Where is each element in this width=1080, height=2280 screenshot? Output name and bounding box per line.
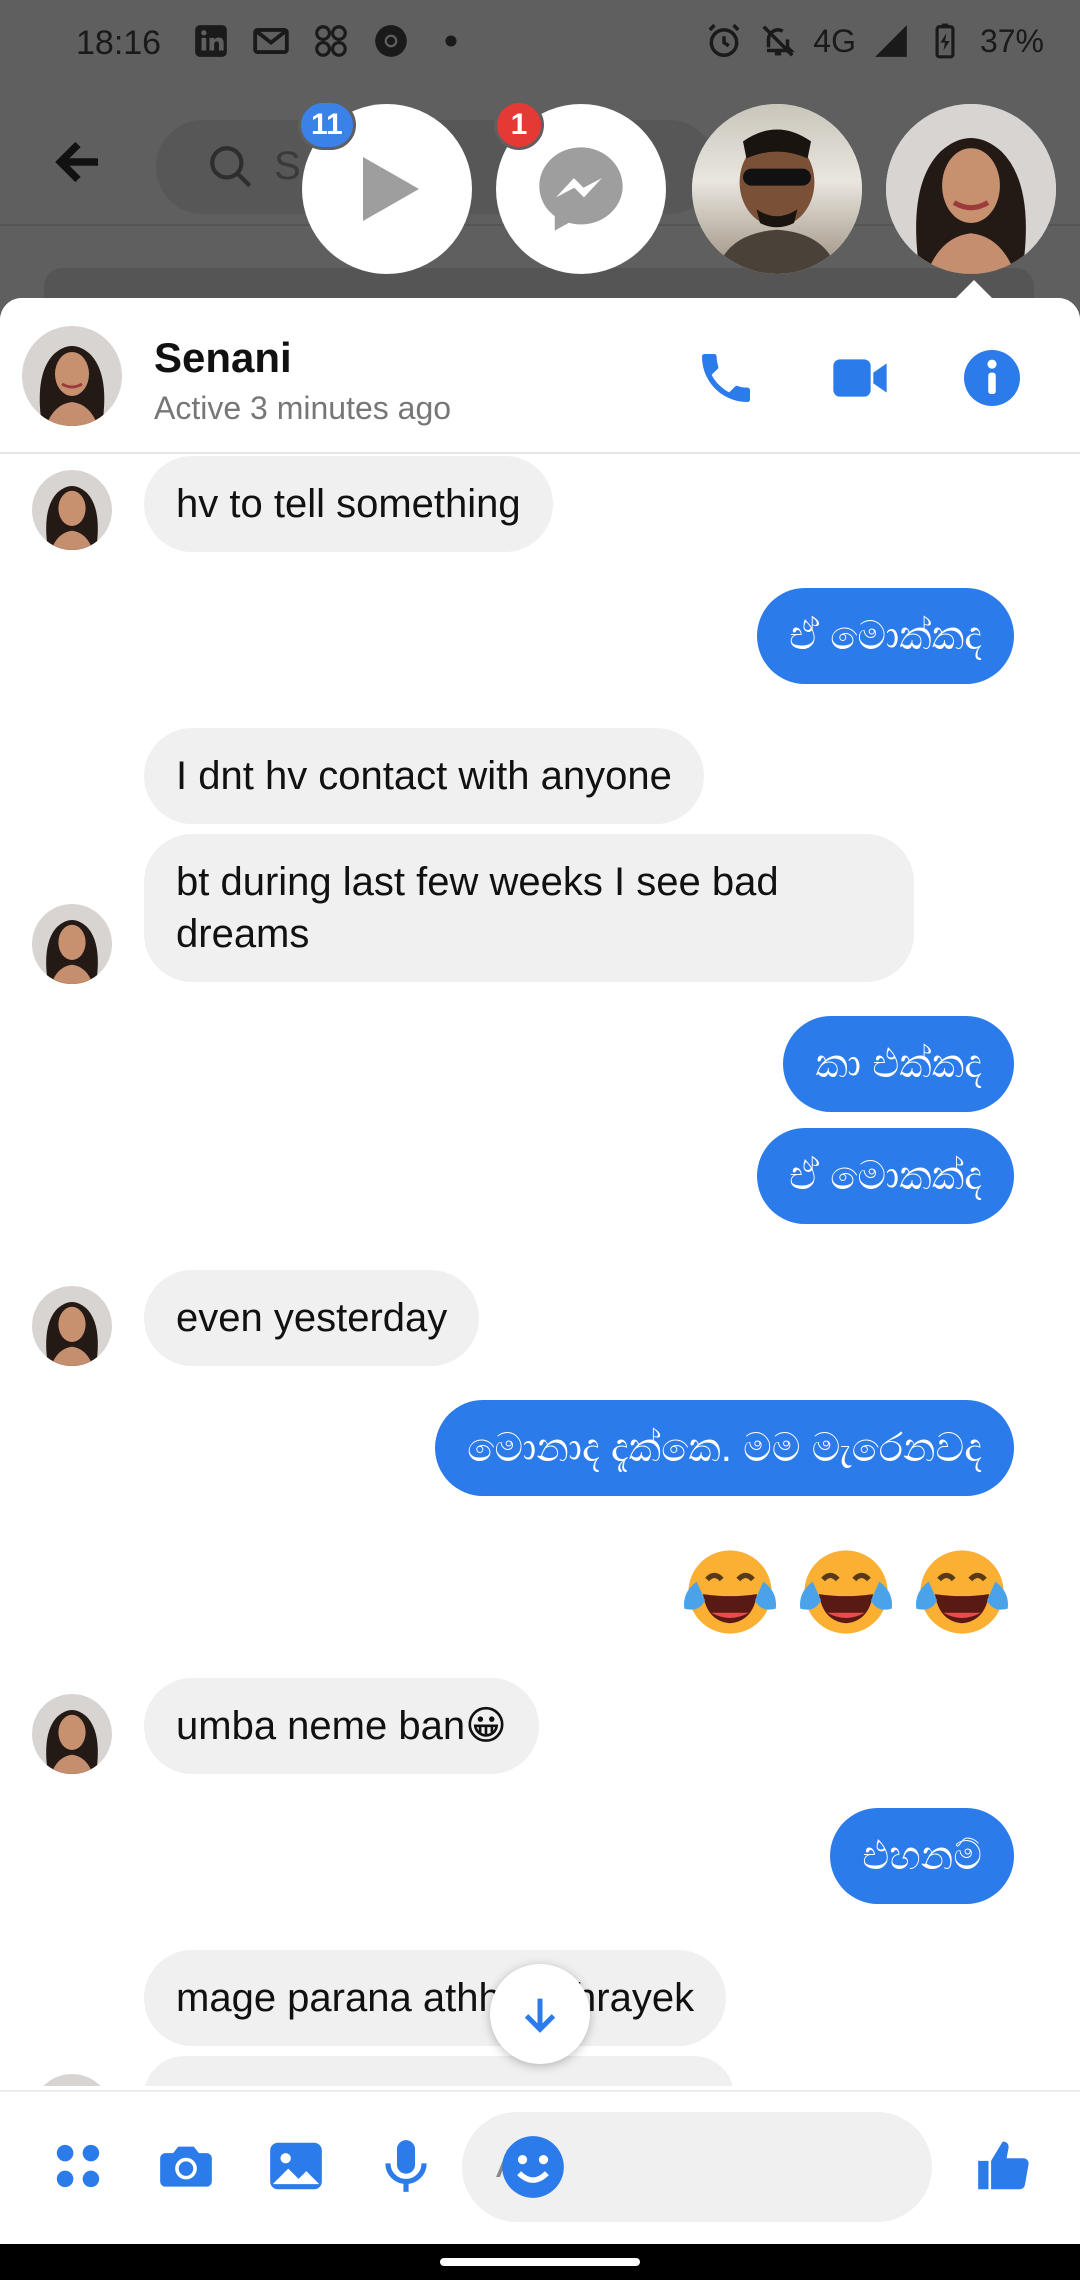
senani-avatar-image: [916, 138, 1026, 274]
message-avatar[interactable]: [32, 904, 112, 984]
message-bubble-incoming[interactable]: mage parana athhi mithrayek: [144, 1950, 727, 2046]
message-avatar[interactable]: [32, 470, 112, 550]
contact-name[interactable]: Senani: [154, 334, 292, 382]
smiley-icon: [502, 2136, 564, 2198]
man-avatar-image: [715, 129, 839, 274]
thumbs-up-icon: [978, 2141, 1029, 2190]
system-navigation-bar: [0, 2244, 1080, 2280]
arrow-down-icon: [524, 1998, 556, 2033]
contact-avatar[interactable]: [22, 326, 122, 426]
message-bubble-outgoing[interactable]: ඒ මොකක්ද: [757, 1128, 1014, 1224]
emoji-message[interactable]: [678, 1540, 1014, 1644]
chat-head-badge: 11: [298, 100, 356, 150]
alarm-icon: [705, 22, 743, 60]
scroll-to-bottom-button[interactable]: [490, 1964, 590, 2064]
status-bar: 18:16 4G 37%: [0, 0, 1080, 90]
message-bubble-outgoing[interactable]: මොනාද දැක්කෙ. මම මැරෙනවද: [435, 1400, 1014, 1496]
message-bubble-incoming[interactable]: umba neme ban😀: [144, 1678, 539, 1774]
messenger-icon: [539, 147, 623, 231]
system-icons: 4G 37%: [705, 22, 1044, 60]
home-gesture-handle[interactable]: [440, 2258, 640, 2266]
screen: 18:16 4G 37% S 11 1 Senani Active 3 minu…: [0, 0, 1080, 2280]
notification-icons: [192, 22, 470, 60]
signal-icon: [872, 22, 910, 60]
message-avatar[interactable]: [32, 2074, 112, 2086]
message-bubble-incoming[interactable]: I dnt hv contact with anyone: [144, 728, 704, 824]
status-time: 18:16: [76, 24, 162, 62]
message-list[interactable]: hv to tell something ඒ මොක්කද I dnt hv c…: [0, 456, 1080, 2086]
four-dots-icon: [56, 2144, 100, 2188]
voice-message-button[interactable]: [368, 2128, 444, 2204]
mute-icon: [759, 22, 797, 60]
message-bubble-incoming[interactable]: bt during last few weeks I see bad dream…: [144, 834, 914, 982]
conversation-info-button[interactable]: [956, 342, 1028, 414]
message-bubble-outgoing[interactable]: ඒ මොක්කද: [757, 588, 1014, 684]
more-actions-button[interactable]: [40, 2128, 116, 2204]
video-camera-icon: [833, 359, 887, 397]
chat-heads-row: 11 1: [0, 100, 1080, 276]
camera-button[interactable]: [148, 2128, 224, 2204]
video-call-button[interactable]: [824, 342, 896, 414]
message-bubble-incoming-cut-off[interactable]: [144, 2056, 734, 2086]
message-bubble-outgoing[interactable]: කා එක්කද: [783, 1016, 1014, 1112]
message-avatar[interactable]: [32, 1694, 112, 1774]
emoji-button[interactable]: [496, 2130, 570, 2204]
dot-icon: [432, 22, 470, 60]
message-input[interactable]: Aa: [462, 2112, 932, 2222]
face-with-tears-of-joy-icon: [799, 1550, 893, 1634]
network-type: 4G: [813, 22, 856, 59]
image-icon: [270, 2142, 322, 2190]
chat-head-messenger[interactable]: 1: [494, 100, 666, 274]
app-icon: [312, 22, 350, 60]
contact-active-status: Active 3 minutes ago: [154, 390, 452, 426]
chat-head-pointer: [956, 280, 992, 298]
gmail-icon: [252, 22, 290, 60]
info-icon: [964, 350, 1020, 406]
face-with-tears-of-joy-icon: [683, 1550, 777, 1634]
message-bubble-incoming[interactable]: hv to tell something: [144, 456, 553, 552]
camera-icon: [160, 2146, 212, 2187]
play-icon: [363, 157, 419, 221]
chat-head-badge: 1: [494, 100, 544, 150]
chrome-icon: [372, 22, 410, 60]
battery-level: 37%: [979, 22, 1044, 59]
microphone-icon: [385, 2140, 427, 2192]
message-bubble-outgoing[interactable]: එහනම්: [830, 1808, 1014, 1904]
voice-call-button[interactable]: [690, 342, 762, 414]
linkedin-icon: [192, 22, 230, 60]
gallery-button[interactable]: [258, 2128, 334, 2204]
message-composer: Aa: [0, 2090, 1080, 2244]
battery-charging-icon: [926, 22, 964, 60]
chat-head-contact-senani[interactable]: [886, 104, 1056, 274]
message-bubble-incoming[interactable]: even yesterday: [144, 1270, 480, 1366]
chat-header: Senani Active 3 minutes ago: [0, 298, 1080, 454]
phone-icon: [702, 354, 750, 402]
chat-window: Senani Active 3 minutes ago hv to tell s…: [0, 298, 1080, 2244]
chat-head-video[interactable]: 11: [298, 100, 472, 274]
message-avatar[interactable]: [32, 1286, 112, 1366]
like-button[interactable]: [966, 2128, 1042, 2204]
chat-head-contact-man[interactable]: [692, 104, 862, 274]
face-with-tears-of-joy-icon: [915, 1550, 1009, 1634]
